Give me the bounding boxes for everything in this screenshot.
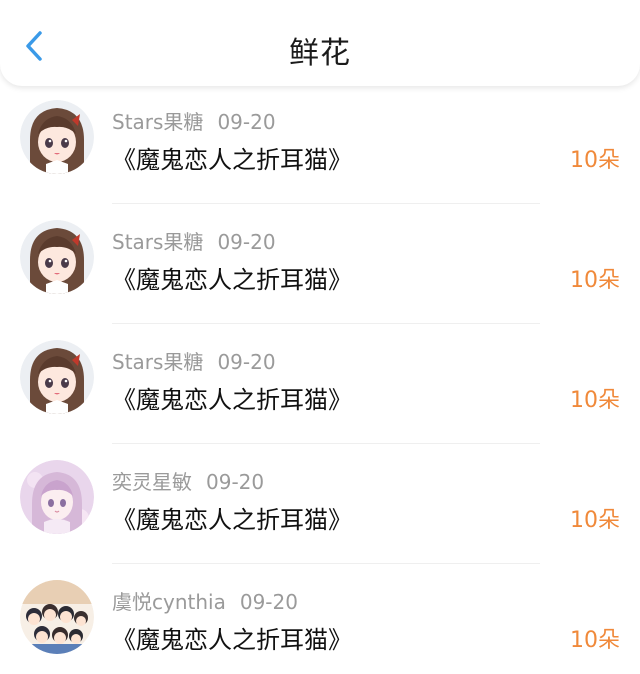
flower-count: 10朵 (570, 148, 620, 173)
top-bar: 鲜花 (0, 0, 640, 86)
flower-list: Stars果糖 09-20 《魔鬼恋人之折耳猫》 10朵 Stars果糖 09-20 (0, 86, 640, 674)
anime-girl-brown-hair-avatar-icon (20, 100, 94, 174)
book-title[interactable]: 《魔鬼恋人之折耳猫》 (112, 260, 352, 295)
item-meta: 虞悦cynthia 09-20 (112, 586, 298, 615)
item-meta: Stars果糖 09-20 (112, 106, 276, 135)
chibi-group-avatar-icon (20, 580, 94, 654)
user-name[interactable]: 奕灵星敏 (112, 470, 192, 494)
list-item[interactable]: Stars果糖 09-20 《魔鬼恋人之折耳猫》 10朵 (0, 86, 640, 206)
item-meta: Stars果糖 09-20 (112, 226, 276, 255)
item-date: 09-20 (217, 230, 276, 254)
book-title[interactable]: 《魔鬼恋人之折耳猫》 (112, 380, 352, 415)
item-date: 09-20 (206, 470, 265, 494)
avatar[interactable] (20, 100, 94, 174)
book-title[interactable]: 《魔鬼恋人之折耳猫》 (112, 140, 352, 175)
avatar[interactable] (20, 220, 94, 294)
list-item[interactable]: Stars果糖 09-20 《魔鬼恋人之折耳猫》 10朵 (0, 326, 640, 446)
anime-girl-brown-hair-avatar-icon (20, 340, 94, 414)
item-meta: Stars果糖 09-20 (112, 346, 276, 375)
user-name[interactable]: Stars果糖 (112, 350, 203, 374)
avatar[interactable] (20, 460, 94, 534)
anime-girl-pink-avatar-icon (20, 460, 94, 534)
anime-girl-brown-hair-avatar-icon (20, 220, 94, 294)
flower-count: 10朵 (570, 508, 620, 533)
list-item[interactable]: 奕灵星敏 09-20 《魔鬼恋人之折耳猫》 10朵 (0, 446, 640, 566)
item-date: 09-20 (217, 110, 276, 134)
book-title[interactable]: 《魔鬼恋人之折耳猫》 (112, 620, 352, 655)
avatar[interactable] (20, 340, 94, 414)
item-date: 09-20 (239, 590, 298, 614)
flower-count: 10朵 (570, 628, 620, 653)
flower-count: 10朵 (570, 268, 620, 293)
flower-count: 10朵 (570, 388, 620, 413)
book-title[interactable]: 《魔鬼恋人之折耳猫》 (112, 500, 352, 535)
item-meta: 奕灵星敏 09-20 (112, 466, 264, 495)
list-item[interactable]: 虞悦cynthia 09-20 《魔鬼恋人之折耳猫》 10朵 (0, 566, 640, 674)
item-date: 09-20 (217, 350, 276, 374)
page-title: 鲜花 (289, 36, 351, 71)
user-name[interactable]: Stars果糖 (112, 110, 203, 134)
avatar[interactable] (20, 580, 94, 654)
list-item[interactable]: Stars果糖 09-20 《魔鬼恋人之折耳猫》 10朵 (0, 206, 640, 326)
user-name[interactable]: Stars果糖 (112, 230, 203, 254)
user-name[interactable]: 虞悦cynthia (112, 590, 226, 614)
